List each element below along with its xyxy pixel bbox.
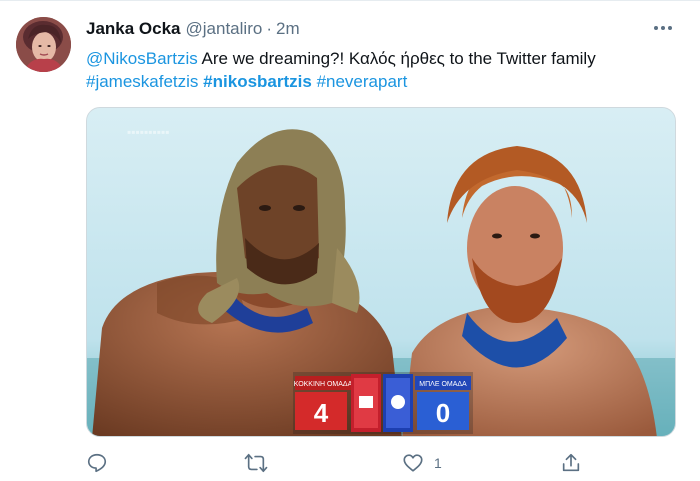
score-right-label: ΜΠΛΕ ΟΜΑΔΑ (419, 381, 467, 388)
tweet-timestamp[interactable]: 2m (276, 19, 300, 39)
tweet-body: Are we dreaming?! Καλός ήρθες to the Twi… (197, 49, 596, 68)
divider (0, 0, 700, 1)
share-button[interactable] (560, 450, 582, 476)
hashtag-link[interactable]: #neverapart (317, 72, 408, 91)
tweet-text-line-1: @NikosBartzis Are we dreaming?! Καλός ήρ… (86, 47, 676, 70)
avatar[interactable] (16, 17, 71, 72)
share-icon (562, 453, 580, 472)
retweet-icon (244, 453, 268, 473)
like-icon (403, 454, 423, 472)
tweet-header: Janka Ocka @jantaliro · 2m (86, 18, 300, 40)
blue-team-flag-icon (383, 374, 413, 432)
tweet-actions-bar: 1 (86, 450, 676, 476)
score-left-label: ΚΟΚΚΙΝΗ ΟΜΑΔΑ (294, 381, 353, 388)
tweet-text-line-2: #jameskafetzis #nikosbartzis #neverapart (86, 70, 676, 93)
tweet-text: @NikosBartzis Are we dreaming?! Καλός ήρ… (86, 47, 676, 93)
reply-button[interactable] (86, 450, 118, 476)
score-left: 4 (314, 398, 329, 428)
reply-icon (87, 453, 107, 473)
svg-text:▪▪▪▪▪▪▪▪▪▪: ▪▪▪▪▪▪▪▪▪▪ (127, 125, 170, 139)
author-handle[interactable]: @jantaliro (186, 19, 263, 39)
hashtag-link[interactable]: #nikosbartzis (203, 72, 312, 91)
like-button[interactable]: 1 (402, 450, 442, 476)
red-team-flag-icon (351, 374, 381, 432)
retweet-button[interactable] (244, 450, 278, 476)
tweet-card[interactable]: Janka Ocka @jantaliro · 2m @NikosBartzis… (0, 0, 700, 481)
author-display-name[interactable]: Janka Ocka (86, 19, 181, 39)
more-options-button[interactable] (648, 16, 678, 40)
score-right: 0 (436, 398, 450, 428)
like-count: 1 (434, 455, 442, 471)
mention-link[interactable]: @NikosBartzis (86, 49, 198, 68)
separator-dot: · (266, 19, 272, 38)
hashtag-link[interactable]: #jameskafetzis (86, 72, 198, 91)
score-overlay: ΚΟΚΚΙΝΗ ΟΜΑΔΑ ΜΠΛΕ ΟΜΑΔΑ 4 0 (293, 372, 473, 434)
more-icon (654, 26, 672, 30)
